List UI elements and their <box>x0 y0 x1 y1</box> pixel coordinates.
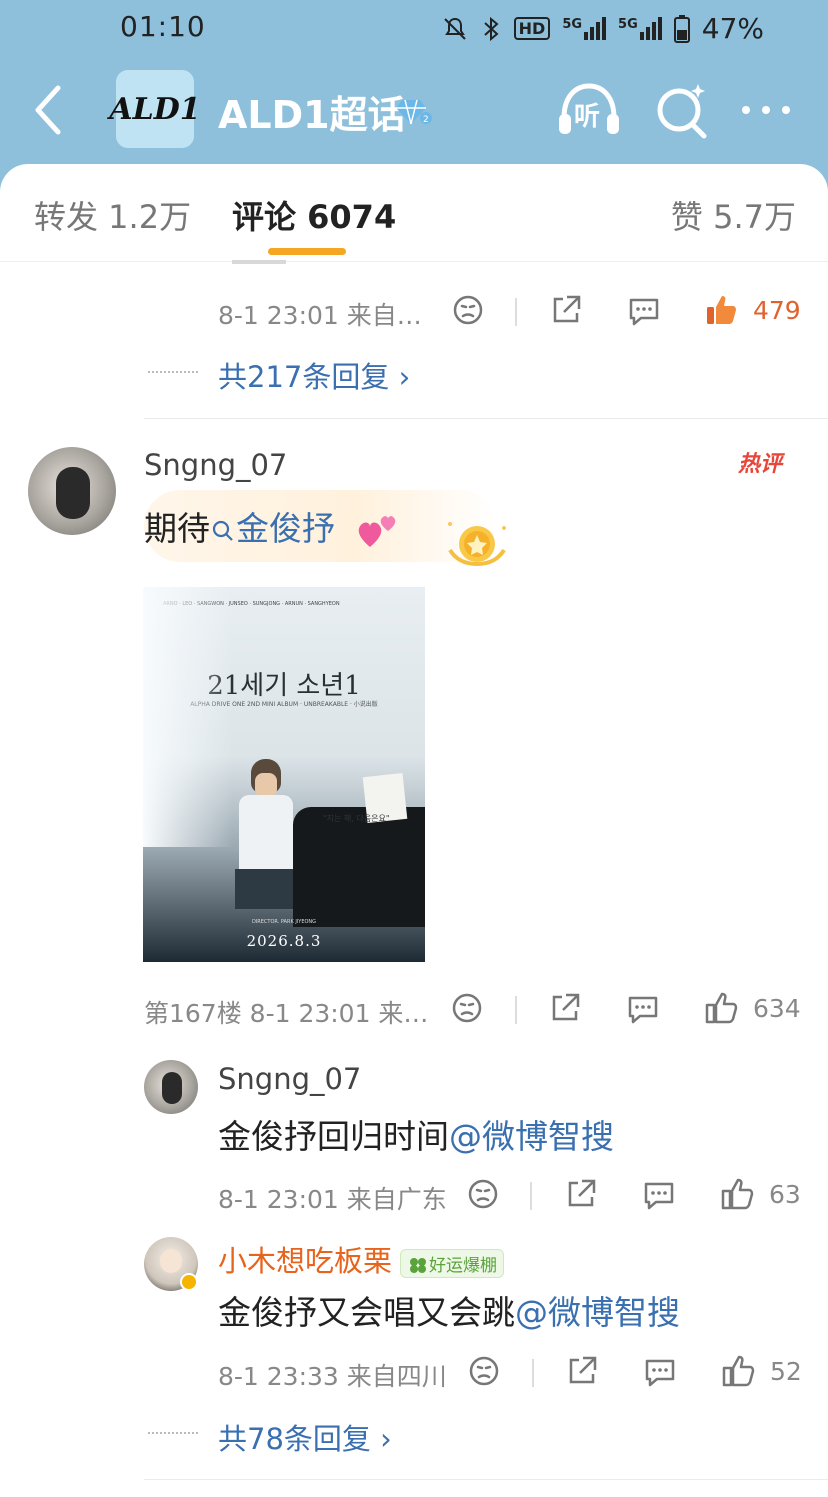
divider <box>515 996 517 1024</box>
like-icon-active[interactable] <box>704 292 740 328</box>
poster-date: 2026.8.3 <box>246 932 322 950</box>
topic-logo[interactable]: ALD1 <box>109 70 201 148</box>
repost-icon[interactable] <box>548 991 582 1025</box>
reply-meta: 8-1 23:33 来自四川 <box>218 1362 447 1391</box>
comment-icon[interactable] <box>627 294 661 328</box>
battery-level: 47% <box>701 12 764 45</box>
mention-link[interactable]: @微博智搜 <box>515 1293 680 1332</box>
search-link-icon <box>212 520 233 541</box>
reply-user-name[interactable]: Sngng_07 <box>218 1062 361 1096</box>
divider <box>515 298 517 326</box>
more-replies-link[interactable]: 共217条回复 › <box>218 354 410 396</box>
repost-icon[interactable] <box>564 1177 598 1211</box>
poster-director: DIRECTOR. PARK JIYEONG <box>251 919 317 925</box>
item-divider <box>144 1479 828 1480</box>
search-icon[interactable] <box>654 80 710 140</box>
top-item-meta: 8-1 23:01 来自… <box>218 301 422 330</box>
luck-badge-label: 好运爆棚 <box>429 1255 498 1276</box>
reply-user-name-text[interactable]: 小木想吃板栗 <box>218 1244 392 1278</box>
dotted-line <box>148 371 198 373</box>
dotted-line <box>148 1432 198 1434</box>
reply-like-count: 63 <box>769 1180 801 1209</box>
listen-label: 听 <box>574 102 601 132</box>
luck-badge: 好运爆棚 <box>400 1248 505 1278</box>
like-icon[interactable] <box>720 1176 756 1212</box>
comment-meta: 第167楼 8-1 23:01 来… <box>144 999 429 1028</box>
dislike-icon[interactable] <box>468 1355 500 1387</box>
tab-bar: 转发 1.2万 评论 6074 赞 5.7万 <box>0 164 828 262</box>
commenter-avatar[interactable] <box>28 447 116 535</box>
mention-link[interactable]: @微博智搜 <box>449 1117 614 1156</box>
divider <box>530 1182 532 1210</box>
item-divider <box>144 418 828 419</box>
comments-panel: 转发 1.2万 评论 6074 赞 5.7万 8-1 23:01 来自… 479… <box>0 164 828 1497</box>
repost-icon[interactable] <box>565 1354 599 1388</box>
bluetooth-icon <box>483 16 499 41</box>
clover-icon <box>410 1257 427 1273</box>
signal-2-icon: 5G <box>618 17 662 40</box>
comment-like-count: 634 <box>753 994 801 1023</box>
reply-meta: 8-1 23:01 来自广东 <box>218 1185 447 1214</box>
signal-1-icon: 5G <box>562 17 607 40</box>
tab-repost[interactable]: 转发 1.2万 <box>34 192 191 238</box>
cutoff-text-remnant <box>232 260 286 264</box>
reply-avatar[interactable] <box>144 1060 198 1114</box>
reply-text: 金俊抒又会唱又会跳@微博智搜 <box>218 1286 680 1334</box>
more-replies-link[interactable]: 共78条回复 › <box>218 1416 392 1458</box>
reply-user-name: 小木想吃板栗 好运爆棚 <box>218 1238 505 1280</box>
comment-icon[interactable] <box>642 1178 676 1212</box>
net-label-1: 5G <box>562 17 583 32</box>
piano <box>293 807 425 927</box>
medal-icon <box>448 522 506 567</box>
like-icon[interactable] <box>721 1353 757 1389</box>
topic-header: ALD1 ALD1超话 2 听 <box>0 60 828 160</box>
status-time: 01:10 <box>120 10 206 43</box>
verified-badge-icon <box>180 1273 198 1291</box>
like-icon[interactable] <box>704 990 740 1026</box>
svg-text:2: 2 <box>423 115 429 125</box>
diamond-icon: 2 <box>396 99 432 125</box>
reply-text: 金俊抒回归时间@微博智搜 <box>218 1110 614 1158</box>
comment-text: 期待 金俊抒 <box>144 502 402 551</box>
commenter-name[interactable]: Sngng_07 <box>144 448 287 482</box>
window-light <box>143 587 233 847</box>
hd-icon: HD <box>513 17 551 40</box>
reply-text-body: 金俊抒回归时间 <box>218 1117 449 1156</box>
divider <box>532 1359 534 1387</box>
mute-icon <box>443 17 466 40</box>
two-hearts-icon <box>358 515 395 547</box>
dislike-icon[interactable] <box>452 294 484 326</box>
tab-comment[interactable]: 评论 6074 <box>232 192 396 238</box>
listen-button[interactable]: 听 <box>556 80 622 140</box>
comment-icon[interactable] <box>643 1355 677 1389</box>
topic-search-link[interactable]: 金俊抒 <box>236 509 335 548</box>
logo-text: ALD1 <box>109 91 201 127</box>
dislike-icon[interactable] <box>451 992 483 1024</box>
back-icon[interactable] <box>28 78 72 142</box>
status-bar: 01:10 HD 5G 5G 47% <box>0 0 828 56</box>
repost-icon[interactable] <box>549 293 583 327</box>
poster-image[interactable]: ARNO · LEO · SANGWON · JUNSEO · SUNGJONG… <box>143 587 425 962</box>
top-item-like-count: 479 <box>753 296 801 325</box>
dislike-icon[interactable] <box>467 1178 499 1210</box>
status-icons: HD 5G 5G 47% <box>442 12 764 45</box>
battery-icon <box>673 14 690 43</box>
topic-title: ALD1超话 <box>218 93 406 137</box>
tab-active-indicator <box>268 248 346 255</box>
net-label-2: 5G <box>618 17 638 32</box>
tab-like[interactable]: 赞 5.7万 <box>671 192 796 238</box>
pianist-figure <box>221 759 299 909</box>
reply-like-count: 52 <box>770 1357 802 1386</box>
comment-icon[interactable] <box>626 992 660 1026</box>
more-icon[interactable] <box>738 90 794 130</box>
comment-text-prefix: 期待 <box>144 509 210 548</box>
poster-quote: "지는 해, 다음은요" <box>323 814 390 823</box>
reply-text-body: 金俊抒又会唱又会跳 <box>218 1293 515 1332</box>
hot-comment-tag: 热评 <box>738 452 783 477</box>
